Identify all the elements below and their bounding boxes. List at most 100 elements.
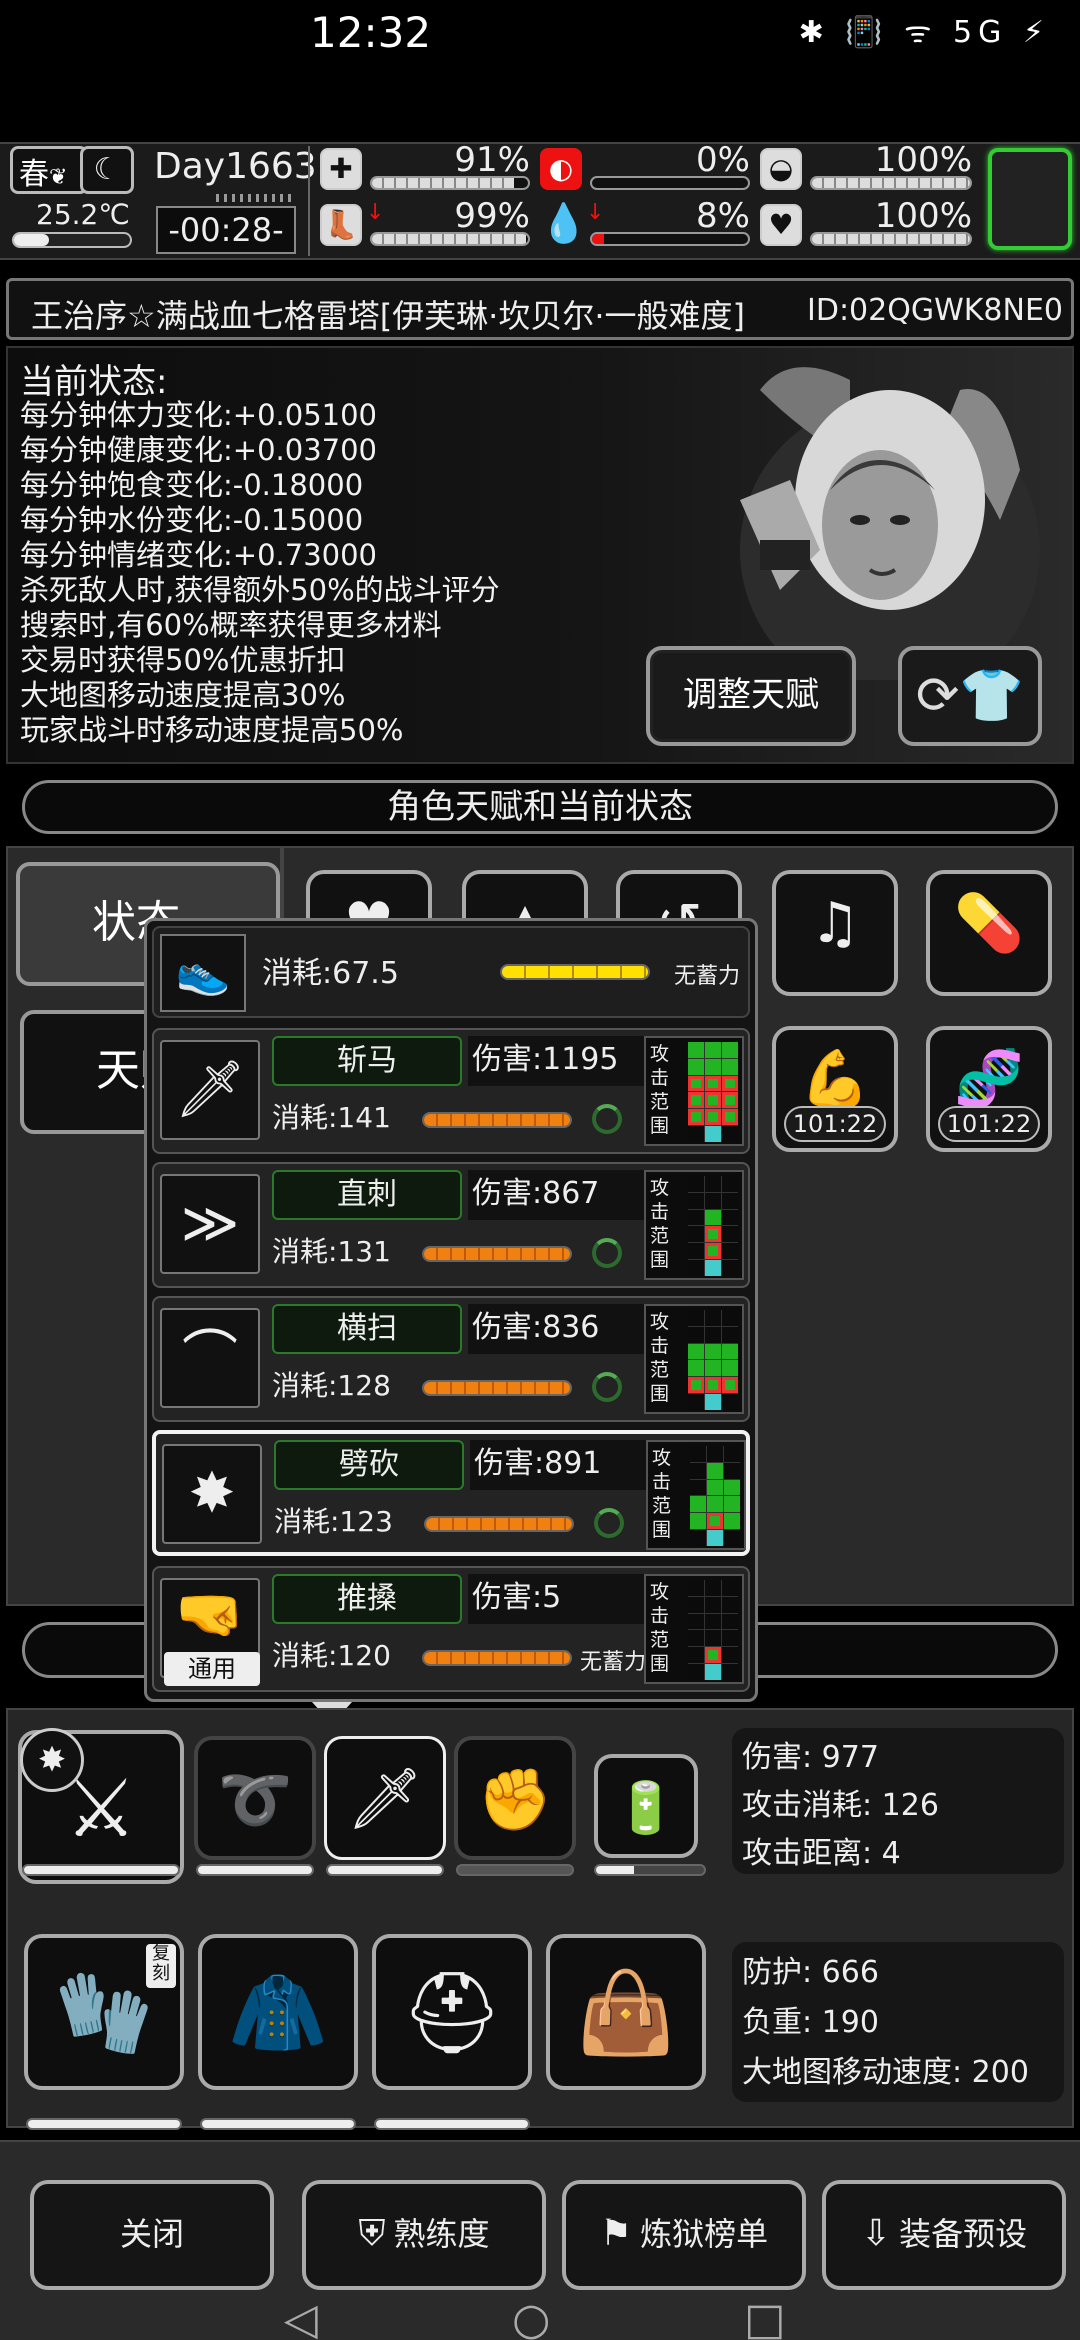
status-line: 每分钟水份变化:-0.15000 [20, 503, 364, 537]
weapon-durability [196, 1864, 314, 1876]
proficiency-button[interactable]: ⛨ 熟练度 [302, 2180, 546, 2290]
adjust-talent-button[interactable]: 调整天赋 [646, 646, 856, 746]
horned-helmet-icon: ⛑ [401, 1966, 503, 2059]
range-cell [688, 1109, 704, 1126]
range-cell [722, 1613, 738, 1630]
kick-row[interactable]: 👟 消耗:67.5 无蓄力 [152, 926, 750, 1018]
skill-name: 劈砍 [274, 1440, 464, 1490]
quick-slot-button[interactable] [988, 148, 1072, 250]
range-cell [688, 1176, 704, 1192]
attack-range-grid: 攻击范围 [644, 1170, 744, 1280]
range-cell [722, 1343, 738, 1360]
moon-icon: ☾ [80, 146, 134, 194]
blood-pct: 8% [696, 196, 750, 236]
skill-row[interactable]: ⌒ 横扫 伤害:836 消耗:128 攻击范围 [152, 1296, 750, 1422]
heart-icon: ♥ [760, 204, 802, 246]
range-cell [705, 1664, 721, 1680]
range-cell [724, 1446, 740, 1462]
range-cell [690, 1513, 706, 1530]
skill-row[interactable]: ≫ 直刺 伤害:867 消耗:131 攻击范围 [152, 1162, 750, 1288]
range-cell [688, 1580, 704, 1596]
stat-legs: 👢 ↓ 99% [320, 196, 530, 246]
boot-kick-icon: 👟 [160, 934, 246, 1012]
fist-icon: ✊ [477, 1765, 553, 1835]
range-cell [705, 1580, 721, 1596]
range-cell [688, 1664, 704, 1680]
skill-cost: 消耗:123 [274, 1505, 393, 1538]
bag-slot[interactable]: 👜 [546, 1934, 706, 2090]
range-cell [724, 1513, 740, 1530]
range-cell [690, 1462, 706, 1479]
range-cell [705, 1226, 721, 1243]
range-cell [688, 1630, 704, 1647]
ranking-button[interactable]: ⚑ 炼狱榜单 [562, 2180, 806, 2290]
skill-bar [424, 1516, 574, 1532]
skill-row[interactable]: 🗡 斩马 伤害:1195 消耗:141 攻击范围 [152, 1028, 750, 1154]
system-status-icons: ✱ 📳 ᯤ 5G ⚡ [798, 15, 1050, 50]
range-cell [722, 1209, 738, 1226]
range-cell [705, 1260, 721, 1276]
range-cell [688, 1226, 704, 1243]
range-cell [705, 1596, 721, 1613]
chain-whip-icon: ➰ [217, 1765, 293, 1835]
status-line: 每分钟体力变化:+0.05100 [20, 398, 377, 432]
no-charge-label: 无蓄力 [580, 1650, 647, 1675]
weapon-range: 攻击距离: 4 [742, 1836, 901, 1871]
armor-info: 防护: 666 负重: 190 大地图移动速度: 200 [732, 1942, 1064, 2102]
leaf-icon: ❦ [49, 165, 68, 190]
range-cell [705, 1126, 721, 1142]
range-cell [707, 1496, 723, 1513]
boot-icon: 👢 [320, 204, 362, 246]
character-title-bar: 王治序☆满战血七格雷塔[伊芙琳·坎贝尔·一般难度] ID:02QGWK8NE0 [6, 278, 1074, 340]
stamina-pct: 91% [454, 140, 530, 180]
blood-drop-icon: 💧 [540, 201, 588, 245]
skill-damage: 伤害:891 [470, 1440, 650, 1490]
preset-button[interactable]: ⇩ 装备预设 [822, 2180, 1066, 2290]
kick-bar [500, 964, 650, 980]
skill-row[interactable]: 🤜 通用 推搡 伤害:5 消耗:120 无蓄力 攻击范围 [152, 1566, 750, 1692]
skill-cost: 消耗:128 [272, 1369, 391, 1402]
slash-horse-icon: 🗡 [160, 1040, 260, 1140]
range-cell [688, 1377, 704, 1394]
buff-muscle[interactable]: 💪 101:22 [772, 1026, 898, 1152]
blade-icon: 🗡 [346, 1764, 424, 1834]
music-heart-talent[interactable]: ♫ [772, 870, 898, 996]
range-cell [705, 1092, 721, 1109]
range-cell [722, 1176, 738, 1192]
status-line: 交易时获得50%优惠折扣 [20, 643, 346, 677]
proficiency-label: 熟练度 [393, 2215, 490, 2253]
range-cell [722, 1126, 738, 1142]
range-cell [705, 1075, 721, 1092]
player-id: ID:02QGWK8NE0 [807, 293, 1063, 328]
recents-icon[interactable]: □ [744, 2294, 786, 2340]
home-icon[interactable]: ○ [512, 2294, 550, 2340]
medicine-talent[interactable]: 💊 [926, 870, 1052, 996]
range-cell [688, 1126, 704, 1142]
fist-weapon-slot[interactable]: ✊ [454, 1736, 576, 1860]
attack-range-grid: 攻击范围 [644, 1036, 744, 1146]
range-cell [724, 1496, 740, 1513]
range-cell [688, 1042, 704, 1058]
grenade-slot[interactable]: 🔋 [594, 1754, 698, 1858]
chain-weapon-slot[interactable]: ➰ [194, 1736, 316, 1860]
section-title: 角色天赋和当前状态 [22, 780, 1058, 834]
buff-dna[interactable]: 🧬 101:22 [926, 1026, 1052, 1152]
range-cell [707, 1462, 723, 1479]
back-icon[interactable]: ◁ [284, 2294, 318, 2340]
skill-damage: 伤害:1195 [468, 1036, 648, 1086]
change-outfit-button[interactable]: ⟳👕 [898, 646, 1042, 746]
coat-slot[interactable]: 🧥 [198, 1934, 358, 2090]
map-speed: 大地图移动速度: 200 [742, 2055, 1029, 2090]
range-cell [722, 1192, 738, 1209]
armor-weight: 负重: 190 [742, 2005, 879, 2040]
helmet-slot[interactable]: ⛑ [372, 1934, 532, 2090]
range-cell [722, 1630, 738, 1647]
range-cell [724, 1479, 740, 1496]
status-line: 搜索时,有60%概率获得更多材料 [20, 608, 442, 642]
close-button[interactable]: 关闭 [30, 2180, 274, 2290]
skill-row-selected[interactable]: ✸ 劈砍 伤害:891 消耗:123 攻击范围 [152, 1430, 750, 1556]
skill-cost: 消耗:131 [272, 1235, 391, 1268]
blade-weapon-slot[interactable]: 🗡 [324, 1736, 446, 1860]
armor-durability [200, 2118, 356, 2130]
range-cell [705, 1243, 721, 1260]
